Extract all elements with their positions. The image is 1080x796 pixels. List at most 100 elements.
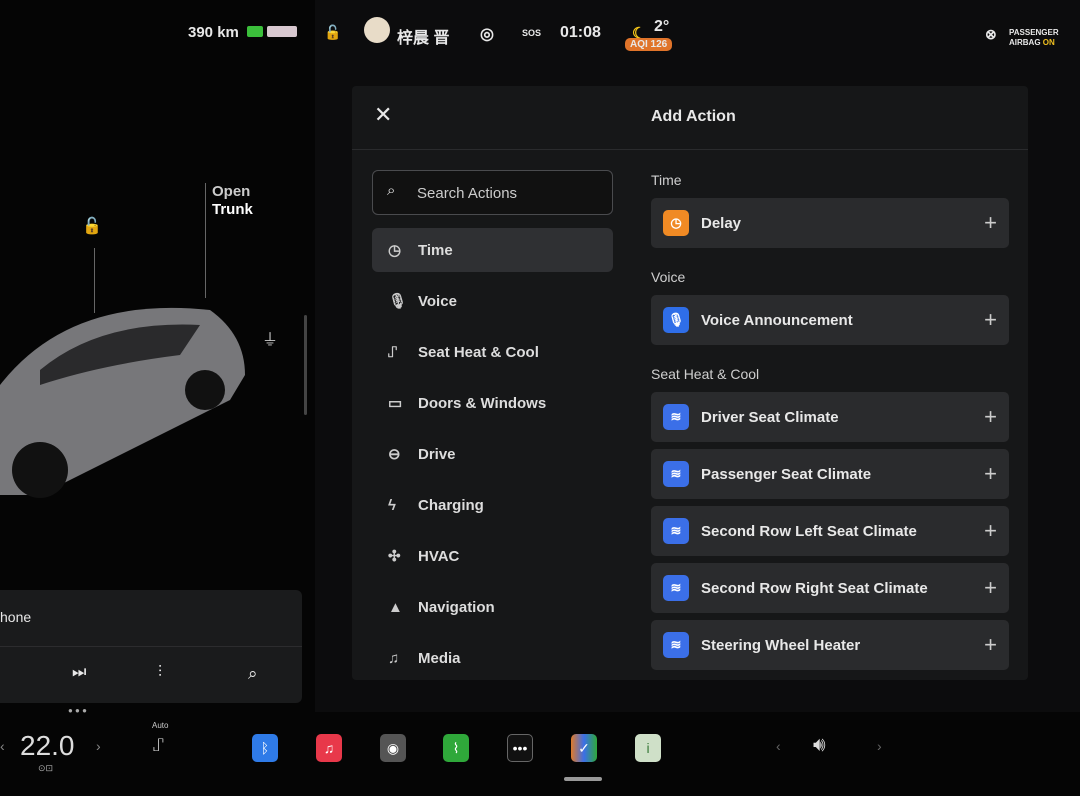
media-source: hone bbox=[0, 609, 32, 625]
unlock-icon[interactable]: 🔓 bbox=[82, 216, 102, 236]
bolt-icon: ϟ bbox=[388, 496, 396, 514]
category-time[interactable]: ◷ Time bbox=[372, 228, 613, 272]
open-trunk-label: Open bbox=[212, 183, 251, 200]
category-label: Charging bbox=[418, 496, 484, 514]
search-input[interactable]: ⌕ Search Actions bbox=[372, 170, 613, 215]
action-label: Second Row Right Seat Climate bbox=[701, 579, 928, 597]
category-label: Navigation bbox=[418, 598, 495, 616]
page-dots[interactable]: ● ● ● bbox=[68, 706, 87, 715]
battery-charge-icon bbox=[247, 26, 263, 37]
energy-app-icon[interactable]: ⌇ bbox=[443, 734, 469, 762]
action-item[interactable]: ≋ Steering Wheel Heater + bbox=[651, 620, 1009, 670]
temp-decrease-icon[interactable]: ‹ bbox=[0, 738, 5, 754]
trunk-line bbox=[205, 183, 206, 298]
scrollbar[interactable] bbox=[304, 315, 307, 415]
search-placeholder: Search Actions bbox=[417, 185, 518, 202]
mic-icon: 🎙︎ bbox=[388, 293, 408, 310]
action-label: Voice Announcement bbox=[701, 311, 853, 329]
equalizer-icon[interactable]: ⫶ bbox=[158, 664, 162, 682]
category-hvac[interactable]: ✣ HVAC bbox=[372, 534, 613, 578]
music-icon: ♫ bbox=[388, 649, 400, 667]
category-navigation[interactable]: ▲ Navigation bbox=[372, 585, 613, 629]
open-trunk-button[interactable]: Open Trunk bbox=[212, 183, 253, 219]
action-item[interactable]: ≋ Driver Seat Climate + bbox=[651, 392, 1009, 442]
sos-icon[interactable]: SOS bbox=[522, 28, 541, 38]
category-voice[interactable]: 🎙︎ Voice bbox=[372, 279, 613, 323]
category-media[interactable]: ♫ Media bbox=[372, 636, 613, 680]
add-icon[interactable]: + bbox=[984, 575, 997, 601]
action-item[interactable]: ◷ Delay + bbox=[651, 198, 1009, 248]
seat-heat-icon: ≋ bbox=[663, 518, 689, 544]
temperature: 2° bbox=[654, 18, 670, 35]
status-bar: 390 km 🔓 梓晨 晋 ◎ SOS 01:08 ☾ 2° AQI 126 ⊗… bbox=[0, 14, 1080, 51]
lock-icon[interactable]: 🔓 bbox=[324, 24, 341, 41]
add-icon[interactable]: + bbox=[984, 461, 997, 487]
action-item[interactable]: 🎙︎ Voice Announcement + bbox=[651, 295, 1009, 345]
close-icon[interactable]: ✕ bbox=[374, 102, 392, 128]
volume-down-icon[interactable]: ‹ bbox=[776, 738, 781, 754]
navigation-icon: ▲ bbox=[388, 598, 403, 616]
search-icon: ⌕ bbox=[387, 182, 396, 199]
bluetooth-icon[interactable]: ᛒ bbox=[252, 734, 278, 762]
camera-icon: ◎ bbox=[480, 26, 494, 43]
action-label: Passenger Seat Climate bbox=[701, 465, 872, 483]
category-label: Drive bbox=[418, 445, 456, 463]
category-seat-heat-cool[interactable]: ⑀ Seat Heat & Cool bbox=[372, 330, 613, 374]
seat-heat-icon: ⑀ bbox=[388, 343, 398, 361]
seat-heat-icon: ≋ bbox=[663, 632, 689, 658]
action-label: Driver Seat Climate bbox=[701, 408, 839, 426]
add-icon[interactable]: + bbox=[984, 210, 997, 236]
category-charging[interactable]: ϟ Charging bbox=[372, 483, 613, 527]
airbag-label: PASSENGER bbox=[1009, 28, 1059, 37]
category-label: Voice bbox=[418, 292, 457, 310]
action-item[interactable]: ≋ Second Row Left Seat Climate + bbox=[651, 506, 1009, 556]
airbag-icon: ⊗ bbox=[985, 26, 997, 42]
user-name[interactable]: 梓晨 晋 bbox=[397, 24, 449, 48]
active-app-indicator bbox=[564, 777, 602, 781]
divider bbox=[0, 646, 302, 647]
volume-up-icon[interactable]: › bbox=[877, 738, 882, 754]
action-label: Delay bbox=[701, 214, 742, 232]
seat-heat-icon: ≋ bbox=[663, 404, 689, 430]
clock-icon: ◷ bbox=[388, 242, 402, 259]
seat-heat-icon: ≋ bbox=[663, 461, 689, 487]
automation-app-icon[interactable]: ✓ bbox=[571, 734, 597, 762]
panel-title: Add Action bbox=[651, 108, 736, 125]
category-drive[interactable]: ⊖ Drive bbox=[372, 432, 613, 476]
open-trunk-label-2: Trunk bbox=[212, 201, 253, 218]
add-icon[interactable]: + bbox=[984, 307, 997, 333]
timer-icon: ◷ bbox=[663, 210, 689, 236]
temp-increase-icon[interactable]: › bbox=[96, 738, 101, 754]
seat-heat-icon: ≋ bbox=[663, 575, 689, 601]
action-item[interactable]: ≋ Passenger Seat Climate + bbox=[651, 449, 1009, 499]
action-label: Steering Wheel Heater bbox=[701, 636, 861, 654]
add-icon[interactable]: + bbox=[984, 404, 997, 430]
section-title: Voice bbox=[651, 269, 686, 285]
search-icon[interactable]: ⌕ bbox=[248, 664, 258, 684]
manual-app-icon[interactable]: i bbox=[635, 734, 661, 762]
cabin-temperature[interactable]: 22.0 bbox=[20, 730, 75, 762]
category-label: HVAC bbox=[418, 547, 460, 565]
seat-heater-icon[interactable]: ⑀ bbox=[153, 735, 164, 756]
mic-icon: 🎙︎ bbox=[663, 307, 689, 333]
defrost-icon[interactable]: ⊙⊡ bbox=[38, 763, 53, 774]
avatar[interactable] bbox=[364, 17, 390, 43]
more-apps-icon[interactable]: ••• bbox=[507, 734, 533, 762]
battery-icon bbox=[267, 26, 297, 37]
fan-icon: ✣ bbox=[388, 548, 401, 565]
category-label: Seat Heat & Cool bbox=[418, 343, 539, 361]
charge-port-icon[interactable]: ⏚ bbox=[262, 326, 278, 350]
add-icon[interactable]: + bbox=[984, 632, 997, 658]
door-icon: ▭ bbox=[388, 395, 403, 412]
seat-mode-label: Auto bbox=[152, 721, 169, 730]
aqi-badge: AQI 126 bbox=[625, 38, 673, 51]
category-doors-windows[interactable]: ▭ Doors & Windows bbox=[372, 381, 613, 425]
music-app-icon[interactable]: ♫ bbox=[316, 734, 342, 762]
volume-icon[interactable]: 🔊︎ bbox=[813, 734, 826, 757]
next-track-icon[interactable]: ⏭ bbox=[72, 664, 86, 682]
add-icon[interactable]: + bbox=[984, 518, 997, 544]
car-image bbox=[0, 295, 255, 505]
action-item[interactable]: ≋ Second Row Right Seat Climate + bbox=[651, 563, 1009, 613]
camera-app-icon[interactable]: ◉ bbox=[380, 734, 406, 762]
category-label: Time bbox=[418, 241, 453, 259]
